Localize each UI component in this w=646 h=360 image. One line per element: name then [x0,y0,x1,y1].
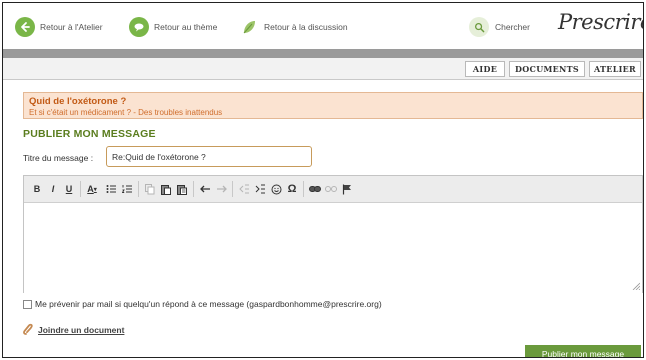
topic-subtitle: Et si c'était un médicament ? - Des trou… [29,108,223,117]
back-to-discussion-label: Retour à la discussion [264,22,348,32]
message-title-input[interactable] [106,146,312,167]
notify-option[interactable]: Me prévenir par mail si quelqu'un répond… [23,299,382,309]
italic-button[interactable]: I [46,182,60,196]
toolbar-separator [303,181,304,197]
arrow-left-icon [15,17,35,37]
anchor-flag-icon[interactable] [340,182,354,196]
undo-icon[interactable] [198,182,212,196]
bold-button[interactable]: B [30,182,44,196]
outdent-icon[interactable] [237,182,251,196]
underline-button[interactable]: U [62,182,76,196]
paste-text-icon[interactable] [175,182,189,196]
speech-bubble-icon [129,17,149,37]
header-band [3,49,643,58]
tab-documents[interactable]: DOCUMENTS [509,61,585,77]
leaf-icon [239,17,259,37]
resize-handle-icon[interactable] [632,282,640,290]
notify-label: Me prévenir par mail si quelqu'un répond… [35,299,382,309]
section-title: PUBLIER MON MESSAGE [23,128,156,140]
topic-title: Quid de l'oxétorone ? [29,96,127,107]
notify-checkbox[interactable] [23,299,32,309]
font-color-button[interactable]: A ▾ [85,182,99,196]
redo-icon[interactable] [214,182,228,196]
paste-icon[interactable] [159,182,173,196]
back-to-atelier-label: Retour à l'Atelier [40,22,103,32]
prescrire-logo[interactable]: Prescrire [558,10,643,34]
attach-document-link[interactable]: Joindre un document [23,323,124,337]
paperclip-icon [23,323,33,337]
indent-icon[interactable] [253,182,267,196]
editor-toolbar: B I U A ▾ Ω [24,176,642,203]
bullet-list-icon[interactable] [104,182,118,196]
page-frame: Retour à l'Atelier Retour au thème Retou… [2,2,644,358]
message-editor: B I U A ▾ Ω [23,175,643,293]
toolbar-separator [232,181,233,197]
message-body-textarea[interactable] [24,204,642,293]
link-icon[interactable] [308,182,322,196]
unlink-icon[interactable] [324,182,338,196]
tabs-bar: AIDE DOCUMENTS ATELIER [3,58,643,80]
topic-header: Quid de l'oxétorone ? Et si c'était un m… [23,92,643,119]
toolbar-separator [80,181,81,197]
search-label: Chercher [495,22,530,32]
search-icon [469,17,489,37]
numbered-list-icon[interactable] [120,182,134,196]
attach-document-label: Joindre un document [38,325,125,335]
smiley-icon[interactable] [269,182,283,196]
toolbar-separator [193,181,194,197]
top-navigation: Retour à l'Atelier Retour au thème Retou… [3,3,643,49]
toolbar-separator [138,181,139,197]
special-character-button[interactable]: Ω [285,182,299,196]
tab-aide[interactable]: AIDE [465,61,505,77]
dropdown-caret-icon: ▾ [93,186,97,193]
back-to-atelier-button[interactable]: Retour à l'Atelier [15,17,103,37]
back-to-theme-label: Retour au thème [154,22,218,32]
search-button[interactable]: Chercher [469,16,551,38]
publish-message-button[interactable]: Publier mon message [525,345,641,357]
tab-atelier[interactable]: ATELIER [589,61,641,77]
back-to-discussion-button[interactable]: Retour à la discussion [239,17,348,37]
copy-icon[interactable] [143,182,157,196]
message-title-label: Titre du message : [23,153,94,163]
back-to-theme-button[interactable]: Retour au thème [129,17,217,37]
